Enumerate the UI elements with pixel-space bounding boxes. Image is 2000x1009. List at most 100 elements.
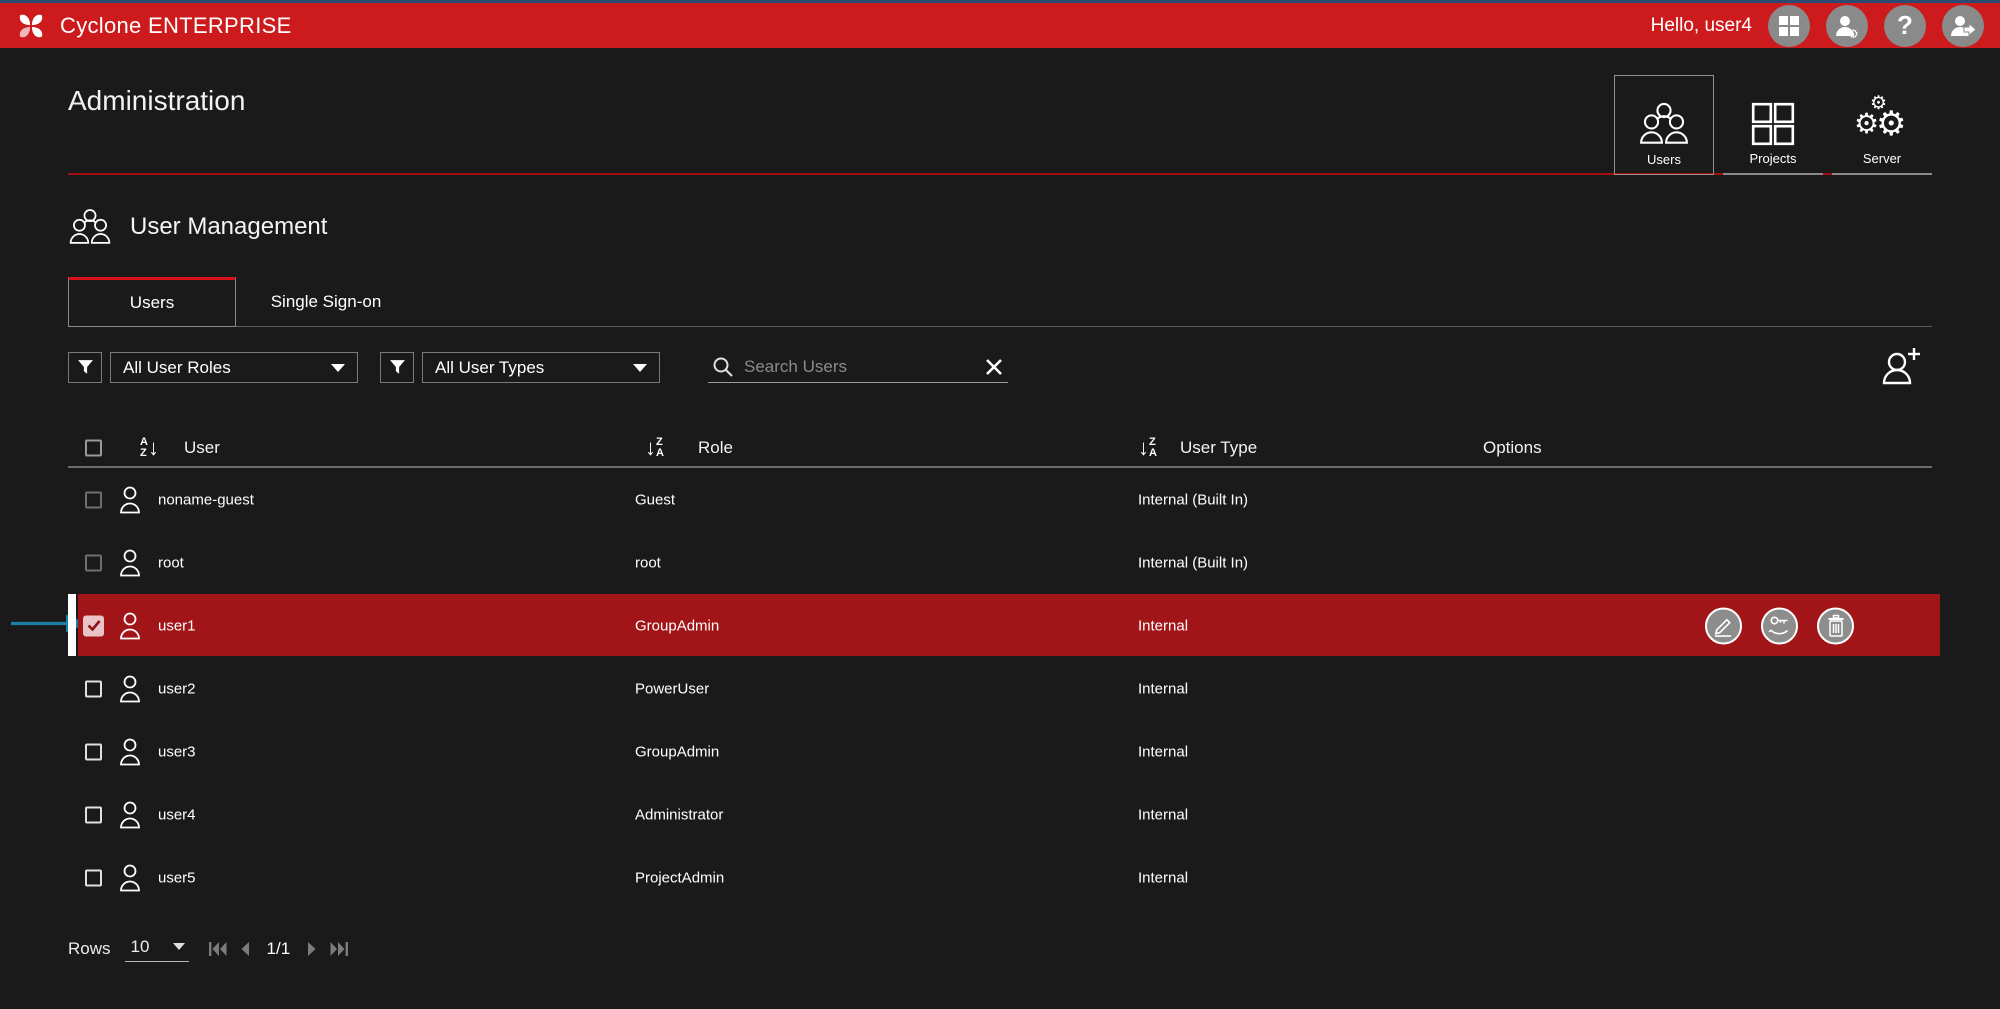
- row-role: PowerUser: [635, 680, 709, 697]
- user-types-dropdown-value: All User Types: [435, 358, 544, 378]
- row-user: noname-guest: [158, 491, 254, 508]
- table-row[interactable]: root root Internal (Built In): [68, 531, 1932, 594]
- trash-icon: [1825, 614, 1847, 637]
- tab-single-sign-on[interactable]: Single Sign-on: [236, 277, 416, 326]
- row-checkbox[interactable]: [85, 680, 102, 697]
- sort-type-za-icon[interactable]: ↓ZA: [1138, 437, 1157, 459]
- person-icon: [118, 548, 142, 577]
- person-icon: [118, 674, 142, 703]
- chevron-down-icon: [633, 364, 647, 372]
- last-page-button[interactable]: [330, 942, 348, 956]
- rows-per-page-value: 10: [131, 937, 150, 957]
- person-icon: [118, 485, 142, 514]
- row-checkbox[interactable]: [85, 491, 102, 508]
- apps-grid-button[interactable]: [1768, 5, 1810, 47]
- table-row[interactable]: user3 GroupAdmin Internal: [68, 720, 1932, 783]
- clear-search-icon[interactable]: [984, 357, 1004, 377]
- user-settings-button[interactable]: ⚙: [1826, 5, 1868, 47]
- row-user: user4: [158, 806, 196, 823]
- sort-role-za-icon[interactable]: ↓ZA: [645, 437, 664, 459]
- tab-bar: Users Single Sign-on: [68, 277, 1932, 327]
- search-input[interactable]: [744, 357, 974, 377]
- row-role: GroupAdmin: [635, 617, 719, 634]
- section-title: User Management: [130, 213, 327, 241]
- topbar: Cyclone ENTERPRISE Hello, user4 ⚙ ?: [0, 3, 2000, 48]
- table-row[interactable]: user5 ProjectAdmin Internal: [68, 846, 1932, 909]
- user-types-dropdown[interactable]: All User Types: [422, 352, 660, 383]
- column-header-role[interactable]: Role: [698, 438, 733, 458]
- selected-row-marker: [68, 594, 76, 656]
- row-user: user2: [158, 680, 196, 697]
- pagination-bar: Rows 10 1/1: [68, 931, 1932, 967]
- next-page-button[interactable]: [307, 942, 317, 956]
- row-type: Internal: [1138, 680, 1188, 697]
- row-user: user3: [158, 743, 196, 760]
- row-type: Internal (Built In): [1138, 554, 1248, 571]
- select-all-checkbox[interactable]: [85, 440, 102, 457]
- row-checkbox[interactable]: [85, 869, 102, 886]
- table-row[interactable]: user1 GroupAdmin Internal: [68, 594, 1932, 657]
- user-roles-dropdown-value: All User Roles: [123, 358, 231, 378]
- nav-item-projects[interactable]: Projects: [1723, 75, 1823, 175]
- row-user: user1: [158, 617, 196, 634]
- row-role: ProjectAdmin: [635, 869, 724, 886]
- column-header-options: Options: [1483, 438, 1542, 458]
- table-row[interactable]: user2 PowerUser Internal: [68, 657, 1932, 720]
- user-roles-dropdown[interactable]: All User Roles: [110, 352, 358, 383]
- admin-nav: Users Projects ⚙⚙⚙ Server: [1614, 75, 1932, 175]
- row-type: Internal (Built In): [1138, 491, 1248, 508]
- row-checkbox[interactable]: [85, 743, 102, 760]
- row-role: Administrator: [635, 806, 723, 823]
- type-filter-button[interactable]: [380, 352, 414, 383]
- nav-label: Projects: [1750, 151, 1797, 166]
- person-icon: [118, 737, 142, 766]
- row-type: Internal: [1138, 617, 1188, 634]
- filter-toolbar: All User Roles All User Types: [68, 352, 1932, 383]
- funnel-icon: [77, 359, 94, 376]
- row-type: Internal: [1138, 806, 1188, 823]
- reset-password-button[interactable]: [1761, 607, 1798, 644]
- user-management-icon: [68, 207, 112, 247]
- row-checkbox[interactable]: [85, 806, 102, 823]
- column-header-type[interactable]: User Type: [1180, 438, 1257, 458]
- add-user-button[interactable]: [1878, 345, 1924, 394]
- funnel-icon: [389, 359, 406, 376]
- help-button[interactable]: ?: [1884, 5, 1926, 47]
- help-icon: ?: [1897, 10, 1913, 41]
- nav-label: Server: [1863, 151, 1901, 166]
- key-hand-icon: [1768, 614, 1792, 638]
- sign-out-button[interactable]: [1942, 5, 1984, 47]
- server-gears-icon: ⚙⚙⚙: [1854, 94, 1910, 146]
- role-filter-button[interactable]: [68, 352, 102, 383]
- search-icon: [712, 356, 734, 378]
- tab-label: Single Sign-on: [271, 292, 382, 312]
- rows-per-page-select[interactable]: 10: [125, 937, 189, 962]
- row-type: Internal: [1138, 743, 1188, 760]
- row-role: GroupAdmin: [635, 743, 719, 760]
- row-checkbox-checked[interactable]: [83, 615, 104, 636]
- delete-user-button[interactable]: [1817, 607, 1854, 644]
- table-row[interactable]: user4 Administrator Internal: [68, 783, 1932, 846]
- sort-user-az-icon[interactable]: AZ↓: [140, 437, 159, 459]
- tab-users[interactable]: Users: [68, 277, 236, 327]
- chevron-down-icon: [331, 364, 345, 372]
- person-icon: [118, 863, 142, 892]
- rows-label: Rows: [68, 939, 111, 959]
- page-header: Administration Users Projects: [68, 48, 1932, 175]
- pencil-icon: [1712, 614, 1735, 637]
- previous-page-button[interactable]: [240, 942, 250, 956]
- page-indicator: 1/1: [267, 939, 291, 959]
- edit-user-button[interactable]: [1705, 607, 1742, 644]
- row-checkbox[interactable]: [85, 554, 102, 571]
- page-title: Administration: [68, 85, 245, 117]
- tab-label: Users: [130, 293, 174, 313]
- svg-text:⚙: ⚙: [1848, 27, 1859, 39]
- cyclone-logo-icon: [16, 11, 46, 41]
- table-body: noname-guest Guest Internal (Built In): [68, 468, 1932, 909]
- apps-grid-icon: [1778, 15, 1800, 37]
- first-page-button[interactable]: [209, 942, 227, 956]
- table-row[interactable]: noname-guest Guest Internal (Built In): [68, 468, 1932, 531]
- nav-item-server[interactable]: ⚙⚙⚙ Server: [1832, 75, 1932, 175]
- nav-item-users[interactable]: Users: [1614, 75, 1714, 175]
- column-header-user[interactable]: User: [184, 438, 220, 458]
